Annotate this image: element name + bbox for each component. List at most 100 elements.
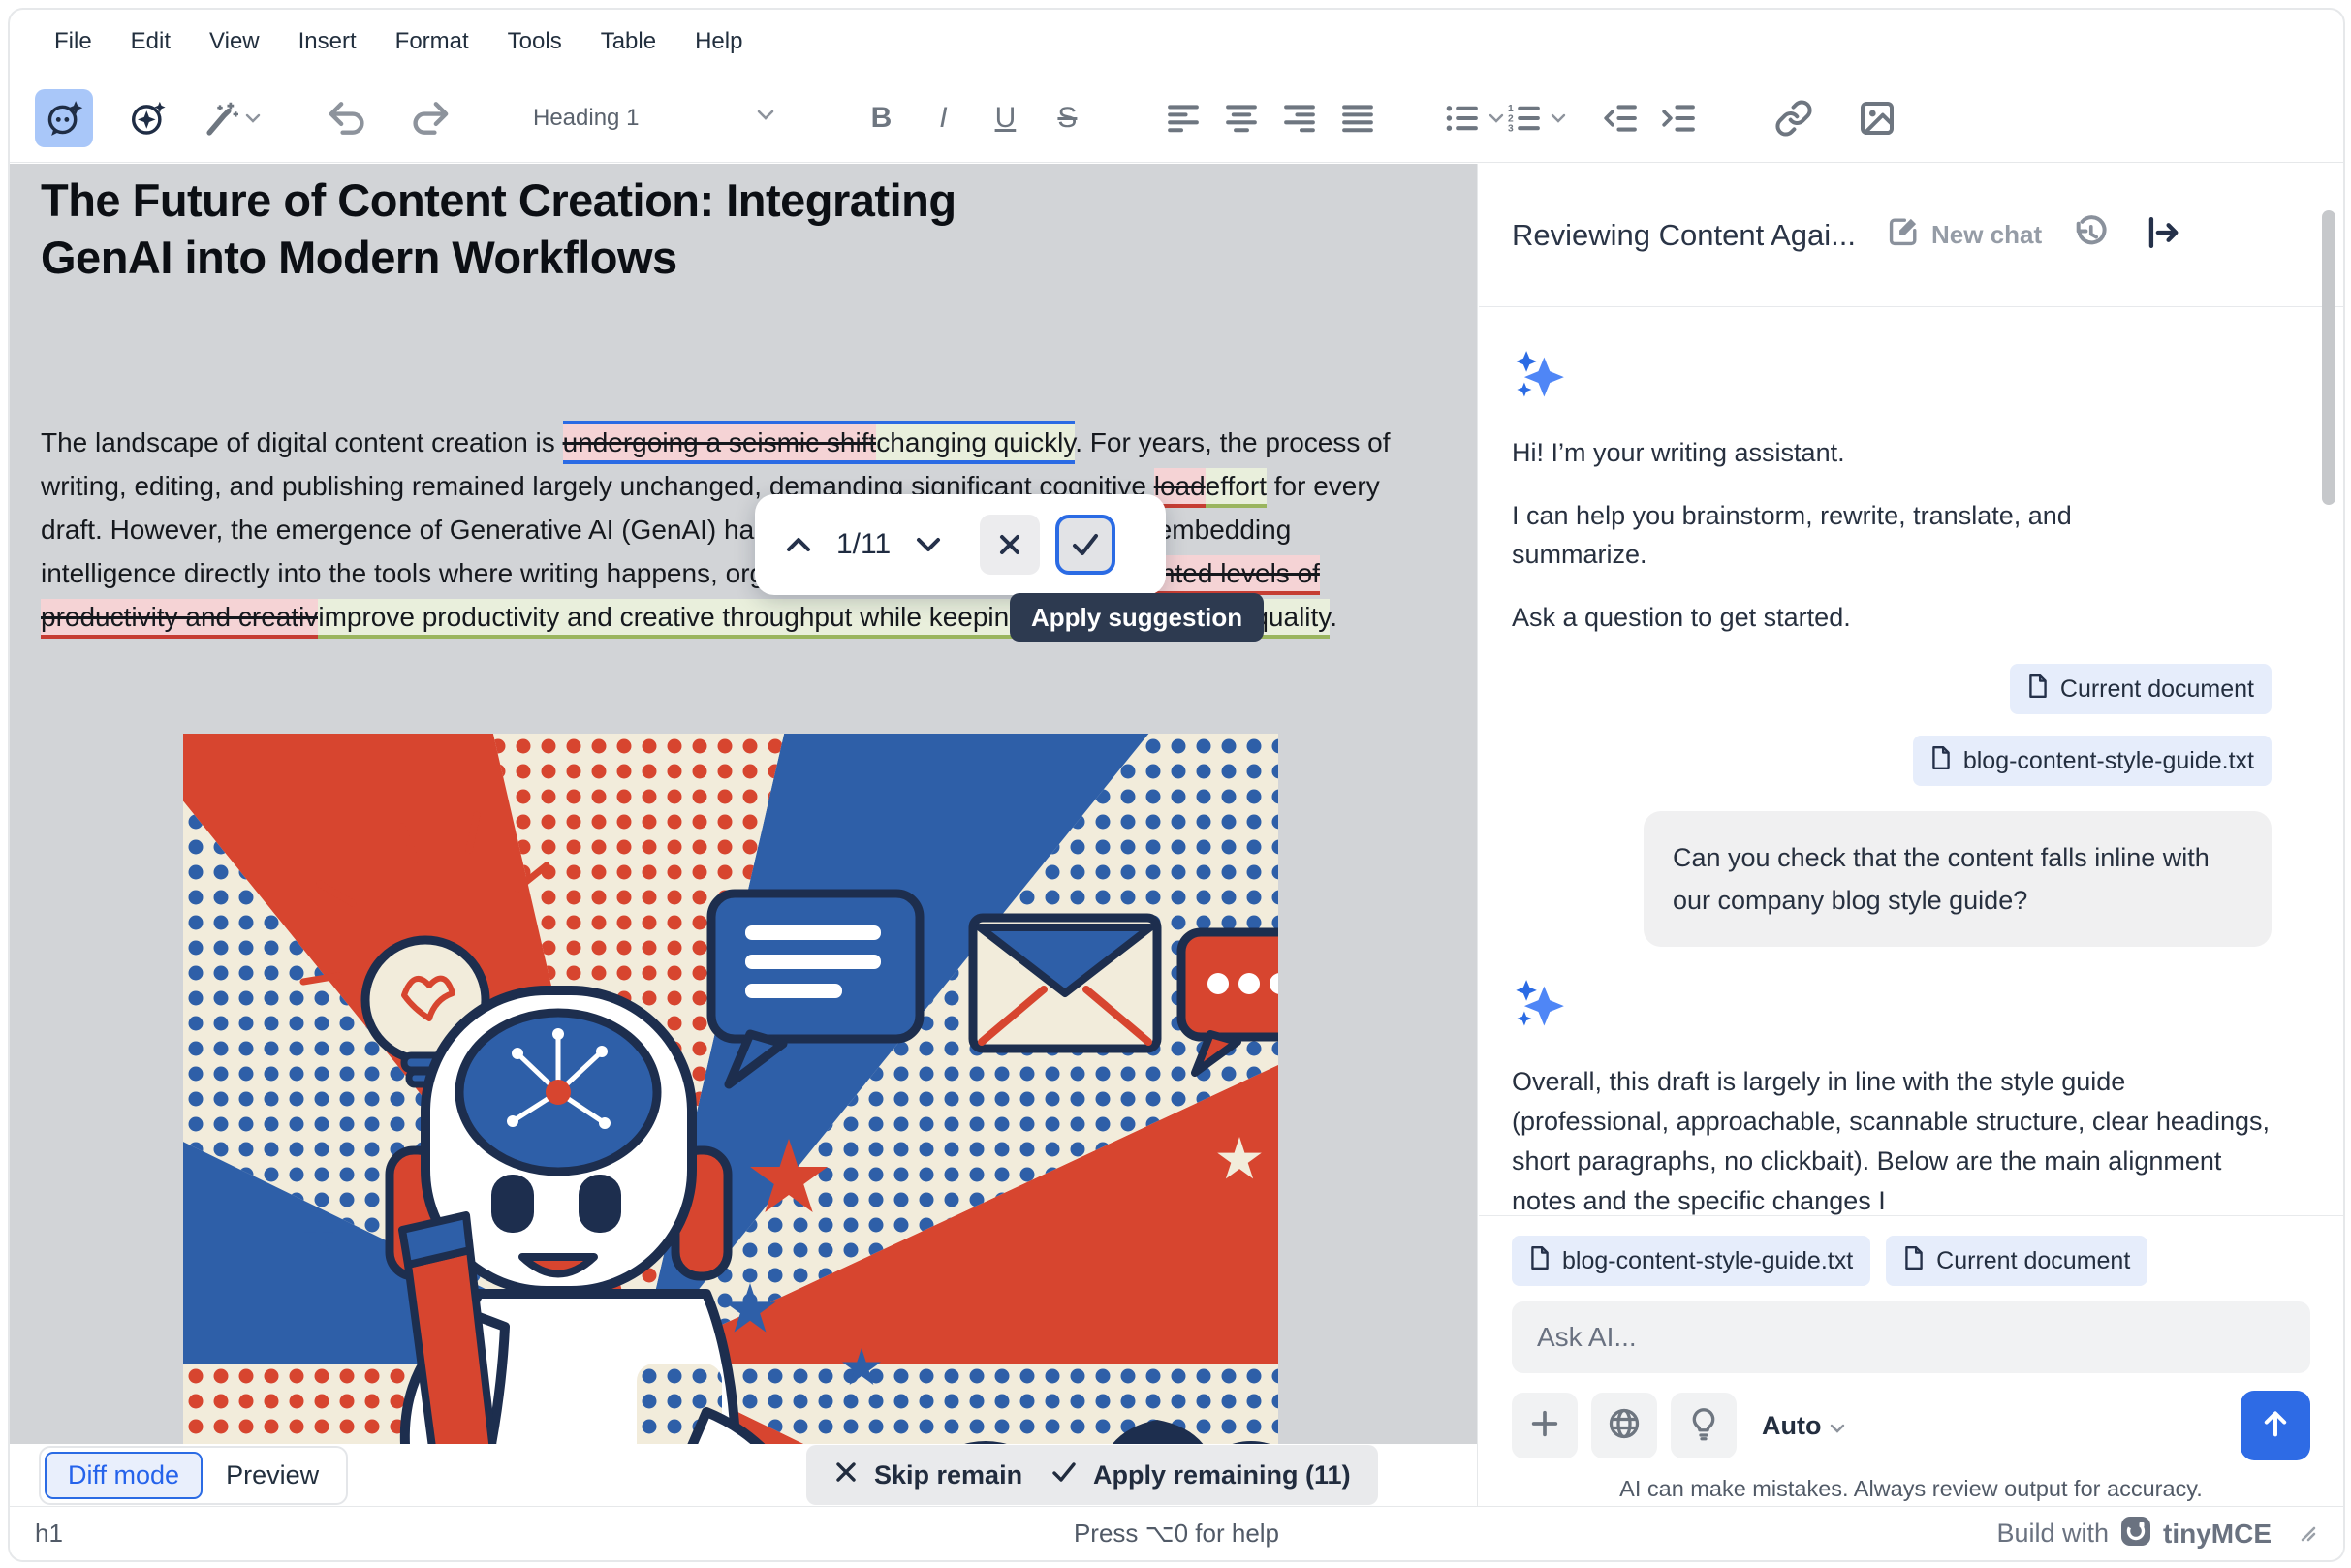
document-illustration[interactable]	[183, 734, 1278, 1444]
apply-suggestion-button[interactable]	[1055, 515, 1115, 575]
align-right-button[interactable]	[1270, 89, 1329, 147]
diff-insertion[interactable]: changing quickly	[876, 421, 1075, 464]
undo-button[interactable]	[318, 89, 376, 147]
resize-handle-icon[interactable]	[2293, 1519, 2318, 1549]
suggestions-button[interactable]	[1671, 1393, 1737, 1458]
document-title[interactable]: The Future of Content Creation: Integrat…	[41, 172, 1417, 286]
redo-button[interactable]	[401, 89, 459, 147]
align-left-icon	[1164, 102, 1203, 135]
brand-name: tinyMCE	[2163, 1519, 2272, 1550]
magic-wand-icon	[202, 100, 238, 137]
preview-button[interactable]: Preview	[203, 1452, 342, 1499]
sunburst	[183, 734, 1278, 1444]
menu-edit[interactable]: Edit	[131, 28, 171, 55]
ask-ai-input[interactable]	[1512, 1301, 2310, 1373]
chip-label: Current document	[1936, 1247, 2130, 1275]
send-arrow-icon	[2259, 1407, 2292, 1445]
menu-tools[interactable]: Tools	[508, 28, 562, 55]
suggestion-navigator-popup: 1/11	[755, 494, 1166, 595]
align-center-button[interactable]	[1212, 89, 1270, 147]
assistant-greeting-2: I can help you brainstorm, rewrite, tran…	[1512, 496, 2190, 574]
send-button[interactable]	[2241, 1391, 2310, 1460]
diff-insertion[interactable]: effort	[1206, 468, 1267, 508]
numbered-list-icon: 123	[1505, 102, 1544, 135]
menu-format[interactable]: Format	[395, 28, 469, 55]
view-mode-toggle: Diff mode Preview	[39, 1446, 348, 1505]
magic-wand-button[interactable]	[202, 89, 262, 147]
reject-suggestion-button[interactable]	[980, 515, 1040, 575]
status-bar: h1 Press ⌥0 for help Build with tinyMCE	[10, 1506, 2343, 1560]
brand-prefix: Build with	[1996, 1519, 2109, 1549]
paragraph-text: .	[1330, 602, 1337, 632]
collapse-panel-icon	[2145, 213, 2183, 257]
menu-insert[interactable]: Insert	[298, 28, 357, 55]
align-left-button[interactable]	[1154, 89, 1212, 147]
context-chip-style-guide[interactable]: blog-content-style-guide.txt	[1913, 736, 2272, 786]
chevron-down-icon	[1829, 1411, 1846, 1441]
chevron-down-icon	[1488, 112, 1505, 124]
model-selector[interactable]: Auto	[1762, 1411, 1846, 1441]
chat-history-button[interactable]	[2065, 210, 2116, 261]
ai-shortcuts-button[interactable]	[118, 89, 176, 147]
image-button[interactable]	[1848, 89, 1906, 147]
web-search-button[interactable]	[1591, 1393, 1657, 1458]
underline-button[interactable]: U	[974, 89, 1036, 147]
envelope-icon	[973, 918, 1157, 1049]
bold-button[interactable]: B	[850, 89, 912, 147]
new-chat-button[interactable]: New chat	[1887, 215, 2042, 255]
bullet-list-button[interactable]	[1443, 89, 1505, 147]
block-format-select[interactable]: Heading 1	[516, 89, 794, 147]
outdent-button[interactable]	[1592, 89, 1650, 147]
strikethrough-button[interactable]: S	[1036, 89, 1098, 147]
menu-table[interactable]: Table	[601, 28, 656, 55]
ai-sparkles-icon	[1512, 978, 2272, 1037]
menu-file[interactable]: File	[54, 28, 92, 55]
element-path[interactable]: h1	[35, 1519, 63, 1549]
diff-deletion[interactable]: undergoing a seismic shift	[563, 421, 877, 464]
add-attachment-button[interactable]	[1512, 1393, 1578, 1458]
ai-assistant-button[interactable]	[35, 89, 93, 147]
history-icon	[2071, 213, 2110, 257]
editor-sidebar-divider	[1477, 164, 1478, 1506]
user-message: Can you check that the content falls inl…	[1644, 811, 2272, 947]
context-chip-style-guide[interactable]: blog-content-style-guide.txt	[1512, 1236, 1870, 1286]
chevron-down-icon	[755, 109, 776, 127]
apply-suggestion-tooltip: Apply suggestion	[1010, 593, 1264, 642]
svg-text:3: 3	[1508, 123, 1514, 134]
menu-view[interactable]: View	[209, 28, 260, 55]
image-icon	[1858, 99, 1896, 138]
italic-button[interactable]: I	[912, 89, 974, 147]
apply-remaining-button[interactable]: Apply remaining (11)	[1023, 1445, 1378, 1505]
collapse-sidebar-button[interactable]	[2139, 210, 2189, 261]
context-chip-current-document[interactable]: Current document	[1886, 1236, 2147, 1286]
indent-button[interactable]	[1650, 89, 1708, 147]
chat-input-panel: blog-content-style-guide.txt Current doc…	[1479, 1215, 2343, 1506]
lightbulb-icon	[1686, 1406, 1721, 1446]
chat-title: Reviewing Content Agai...	[1512, 218, 1856, 253]
branding[interactable]: Build with tinyMCE	[1996, 1516, 2318, 1552]
diff-toolbar: Diff mode Preview Skip remaining Apply r…	[10, 1444, 1477, 1506]
link-button[interactable]	[1765, 89, 1823, 147]
model-selector-label: Auto	[1762, 1411, 1821, 1441]
next-suggestion-button[interactable]	[906, 515, 951, 575]
menubar: File Edit View Insert Format Tools Table…	[10, 10, 2343, 74]
chat-header: Reviewing Content Agai... New chat	[1479, 164, 2343, 307]
assistant-response: Overall, this draft is largely in line w…	[1512, 1062, 2272, 1215]
link-icon	[1774, 99, 1813, 138]
chat-message-list[interactable]: Hi! I’m your writing assistant. I can he…	[1479, 308, 2343, 1215]
undo-icon	[326, 99, 368, 138]
chat-scrollbar-thumb[interactable]	[2322, 210, 2335, 505]
block-format-label: Heading 1	[533, 105, 639, 132]
chip-label: Current document	[2060, 675, 2254, 704]
align-center-icon	[1222, 102, 1261, 135]
new-chat-label: New chat	[1931, 220, 2042, 250]
context-chip-current-document[interactable]: Current document	[2010, 664, 2272, 714]
tinymce-logo-icon	[2120, 1516, 2151, 1552]
numbered-list-button[interactable]: 123	[1505, 89, 1567, 147]
diff-mode-button[interactable]: Diff mode	[45, 1452, 203, 1499]
editor-canvas[interactable]: The Future of Content Creation: Integrat…	[10, 164, 1477, 1444]
previous-suggestion-button[interactable]	[776, 515, 821, 575]
justify-button[interactable]	[1329, 89, 1387, 147]
new-chat-icon	[1887, 215, 1920, 255]
menu-help[interactable]: Help	[695, 28, 742, 55]
